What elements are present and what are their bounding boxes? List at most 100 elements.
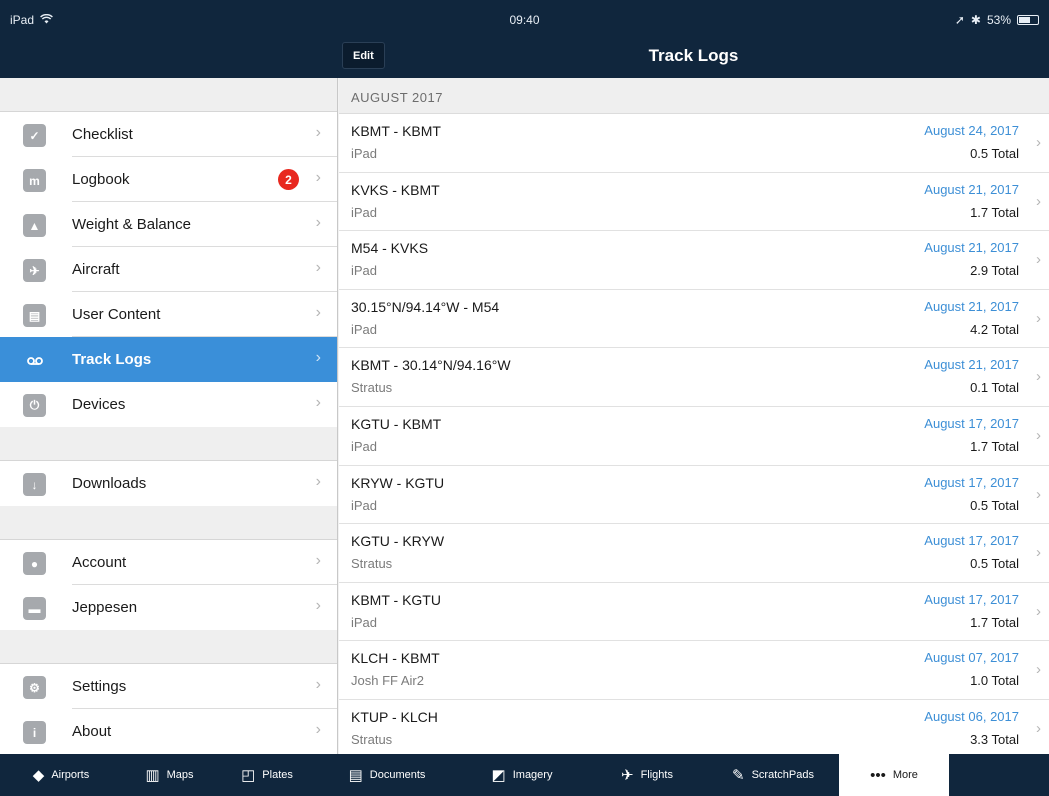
tab-imagery[interactable]: ◩ Imagery — [457, 754, 587, 796]
tab-label: Documents — [369, 769, 426, 781]
tab-label: More — [892, 769, 918, 781]
tab-bar: ◆ Airports ▥ Maps ◰ Plates ▤ Documents ◩… — [0, 754, 1049, 796]
page-title: Track Logs — [648, 46, 739, 65]
tab-label: Plates — [262, 769, 293, 781]
sidebar-item-weight-balance[interactable]: ▲ Weight & Balance › — [0, 202, 337, 247]
tab-plates[interactable]: ◰ Plates — [217, 754, 317, 796]
tab-scratchpads[interactable]: ✎ ScratchPads — [707, 754, 839, 796]
sidebar-item-aircraft[interactable]: ✈ Aircraft › — [0, 247, 337, 292]
maps-icon: ▥ — [145, 766, 160, 784]
chevron-right-icon: › — [315, 676, 321, 693]
chevron-right-icon: › — [315, 597, 321, 614]
track-log-row[interactable]: KLCH - KBMT Josh FF Air2 August 07, 2017 1.… — [339, 641, 1049, 700]
chevron-right-icon: › — [1036, 134, 1041, 151]
track-log-row[interactable]: KTUP - KLCH Stratus August 06, 2017 3.3 Tot… — [339, 699, 1049, 754]
log-date: August 17, 2017 — [924, 533, 1019, 549]
track-log-row[interactable]: 30.15°N/94.14°W - M54 iPad August 21, 2017… — [339, 289, 1049, 349]
log-device: Josh FF Air2 — [351, 673, 424, 689]
sidebar-group-account: ● Account › ▬ Jeppesen › — [0, 540, 337, 630]
log-date: August 21, 2017 — [924, 298, 1019, 314]
track-log-row[interactable]: KVKS - KBMT iPad August 21, 2017 1.7 Total › — [339, 172, 1049, 232]
log-total: 3.3 Total — [970, 731, 1019, 747]
log-route: KVKS - KBMT — [351, 181, 440, 198]
log-route: KGTU - KBMT — [351, 415, 442, 432]
airplane-icon: ✈ — [23, 259, 46, 282]
sidebar-item-jeppesen[interactable]: ▬ Jeppesen › — [0, 585, 337, 630]
log-route: KLCH - KBMT — [351, 650, 440, 667]
chevron-right-icon: › — [1036, 661, 1041, 679]
sidebar-item-label: Settings — [72, 678, 127, 695]
sidebar-item-downloads[interactable]: ↓ Downloads › — [0, 461, 337, 506]
log-date: August 17, 2017 — [924, 591, 1019, 607]
chevron-right-icon: › — [1036, 192, 1041, 210]
sidebar-item-label: About — [72, 723, 112, 740]
chevron-right-icon: › — [315, 552, 321, 569]
sidebar-item-track-logs[interactable]: Track Logs › — [0, 337, 337, 382]
chevron-right-icon: › — [315, 259, 321, 276]
track-log-row[interactable]: KGTU - KRYW Stratus August 17, 2017 0.5 Tot… — [339, 524, 1049, 583]
status-bar: iPad 09:40 ➚ ✱ 53% — [0, 0, 1049, 34]
download-icon: ↓ — [23, 473, 46, 496]
track-log-row[interactable]: KRYW - KGTU iPad August 17, 2017 0.5 Total › — [339, 465, 1049, 525]
tab-label: Imagery — [512, 769, 553, 781]
sidebar-item-devices[interactable]: ⏻ Devices › — [0, 382, 337, 427]
nav-bar: Edit Track Logs — [0, 34, 1049, 78]
log-date: August 17, 2017 — [924, 474, 1019, 490]
log-total: 1.0 Total — [970, 673, 1019, 689]
chevron-right-icon: › — [315, 124, 321, 141]
tab-label: Maps — [166, 769, 194, 781]
track-logs-list: AUGUST 2017 KBMT - KBMT iPad August 24, 20… — [339, 78, 1049, 754]
track-log-row[interactable]: KBMT - KBMT iPad August 24, 2017 0.5 Total › — [339, 114, 1049, 173]
sidebar-item-user-content[interactable]: ▤ User Content › — [0, 292, 337, 337]
chevron-right-icon: › — [1036, 544, 1041, 562]
tab-airports[interactable]: ◆ Airports — [0, 754, 122, 796]
log-device: Stratus — [351, 731, 393, 747]
sidebar-item-checklist[interactable]: ✓ Checklist › — [0, 112, 337, 157]
log-rows: KBMT - KBMT iPad August 24, 2017 0.5 Total ›… — [339, 114, 1049, 754]
chevron-right-icon: › — [315, 214, 321, 231]
sidebar-spacer — [0, 630, 337, 664]
gear-icon: ⚙ — [23, 676, 46, 699]
log-device: iPad — [351, 321, 378, 337]
track-log-row[interactable]: KGTU - KBMT iPad August 17, 2017 1.7 Total › — [339, 406, 1049, 466]
log-date: August 24, 2017 — [924, 123, 1019, 138]
account-icon: ● — [23, 552, 46, 575]
track-log-row[interactable]: KBMT - 30.14°N/94.16°W Stratus August 21, … — [339, 348, 1049, 407]
sidebar-item-label: Devices — [72, 396, 126, 413]
battery-percent: 53% — [986, 13, 1011, 27]
sidebar-item-settings[interactable]: ⚙ Settings › — [0, 664, 337, 709]
location-icon: ➚ — [954, 13, 965, 27]
sidebar-item-label: User Content — [72, 306, 161, 323]
tab-label: Airports — [51, 769, 90, 781]
log-date: August 21, 2017 — [924, 357, 1019, 373]
user-content-icon: ▤ — [23, 304, 46, 327]
sidebar: ✓ Checklist › m Logbook 2 › ▲ Weight & B… — [0, 78, 338, 754]
log-device: iPad — [351, 263, 378, 279]
tab-maps[interactable]: ▥ Maps — [122, 754, 217, 796]
sidebar-item-label: Weight & Balance — [72, 216, 191, 233]
tab-flights[interactable]: ✈ Flights — [587, 754, 707, 796]
sidebar-item-account[interactable]: ● Account › — [0, 540, 337, 585]
log-total: 1.7 Total — [970, 438, 1019, 454]
sidebar-item-logbook[interactable]: m Logbook 2 › — [0, 157, 337, 202]
log-device: iPad — [351, 614, 378, 630]
chevron-right-icon: › — [315, 169, 321, 186]
log-route: KRYW - KGTU — [351, 474, 445, 491]
sidebar-group-downloads: ↓ Downloads › — [0, 461, 337, 506]
tab-documents[interactable]: ▤ Documents — [317, 754, 457, 796]
log-date: August 07, 2017 — [924, 650, 1019, 666]
track-log-row[interactable]: KBMT - KGTU iPad August 17, 2017 1.7 Total › — [339, 582, 1049, 642]
tab-more[interactable]: ••• More — [839, 754, 949, 796]
log-total: 1.7 Total — [970, 204, 1019, 220]
chevron-right-icon: › — [315, 349, 321, 366]
chevron-right-icon: › — [1036, 602, 1041, 620]
log-date: August 21, 2017 — [924, 240, 1019, 256]
sidebar-group-tools: ✓ Checklist › m Logbook 2 › ▲ Weight & B… — [0, 112, 337, 427]
scratchpads-icon: ✎ — [732, 766, 745, 784]
sidebar-item-about[interactable]: i About › — [0, 709, 337, 754]
chevron-right-icon: › — [1036, 251, 1041, 269]
logbook-icon: m — [23, 169, 46, 192]
sidebar-item-label: Logbook — [72, 171, 130, 188]
sidebar-item-label: Track Logs — [72, 351, 152, 368]
track-log-row[interactable]: M54 - KVKS iPad August 21, 2017 2.9 Total › — [339, 231, 1049, 290]
